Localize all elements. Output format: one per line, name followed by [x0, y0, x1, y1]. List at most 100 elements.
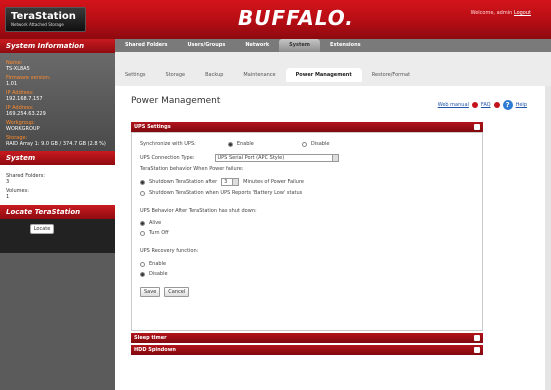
sync-disable-label[interactable]: Disable [311, 141, 330, 147]
recovery-enable-label[interactable]: Enable [149, 261, 166, 267]
connection-type-value: UPS Serial Port (APC Style) [217, 155, 285, 161]
shutdown-low-label[interactable]: Shutdown TeraStation when UPS Reports 'B… [149, 190, 302, 196]
subtab-restore-format[interactable]: Restore/Format [362, 68, 420, 82]
help-icon[interactable]: ? [502, 100, 513, 110]
sub-tab-bar: Settings Storage Backup Maintenance Powe… [115, 68, 551, 82]
system-panel: Shared Folders: 3 Volumes: 1 [0, 165, 115, 205]
shutdown-after-label[interactable]: Shutdown TeraStation after [149, 179, 217, 185]
turn-off-label[interactable]: Turn Off [149, 230, 169, 236]
turn-off-row: Turn Off [140, 230, 169, 236]
sidebar: System Information Name: TS-XL8A5 Firmwa… [0, 39, 115, 390]
recovery-label: UPS Recovery function: [140, 248, 199, 254]
sub-tab-area: Settings Storage Backup Maintenance Powe… [115, 52, 551, 86]
sleep-timer-title: Sleep timer [134, 335, 167, 341]
subtab-power-management[interactable]: Power Management [285, 68, 362, 82]
tab-system[interactable]: System [279, 39, 320, 52]
recovery-disable-row: Disable [140, 271, 168, 277]
locate-panel: Locate [0, 219, 115, 253]
logout-link[interactable]: Logout [514, 10, 531, 16]
power-failure-behavior-label: TeraStation behavior When Power failure: [140, 166, 244, 172]
info-value-workgroup: WORKGROUP [6, 126, 40, 132]
tab-users-groups[interactable]: Users/Groups [178, 39, 236, 52]
button-row: Save Cancel [140, 287, 190, 297]
info-value-storage: RAID Array 1: 9.0 GB / 374.7 GB (2.8 %) [6, 141, 106, 147]
alive-label[interactable]: Alive [149, 220, 161, 226]
shutdown-low-radio[interactable] [140, 190, 145, 196]
scrollbar[interactable] [545, 86, 551, 390]
shutdown-low-row: Shutdown TeraStation when UPS Reports 'B… [140, 190, 302, 196]
after-shutdown-label: UPS Behavior After TeraStation has shut … [140, 208, 257, 214]
header: TeraStation Network Attached Storage BUF… [0, 0, 551, 39]
info-value-name: TS-XL8A5 [6, 66, 30, 72]
subtab-storage[interactable]: Storage [156, 68, 196, 82]
alive-radio[interactable] [140, 220, 145, 226]
terastation-logo: TeraStation Network Attached Storage [5, 7, 86, 32]
save-button[interactable]: Save [140, 287, 161, 297]
minutes-select[interactable]: 3 [221, 178, 240, 186]
web-manual-link[interactable]: Web manual [438, 102, 469, 108]
alive-row: Alive [140, 220, 161, 226]
volumes-count: 1 [6, 194, 10, 200]
sync-row: Synchronize with UPS: Enable Disable [140, 141, 329, 147]
recovery-enable-radio[interactable] [140, 261, 145, 267]
turn-off-radio[interactable] [140, 230, 145, 236]
shutdown-after-row: Shutdown TeraStation after 3 Minutes of … [140, 178, 304, 186]
web-manual-icon [471, 102, 478, 108]
buffalo-brand-logo: BUFFALO. [238, 6, 354, 30]
tab-network[interactable]: Network [235, 39, 279, 52]
faq-icon [493, 102, 500, 108]
logo-title: TeraStation [11, 11, 76, 22]
ups-settings-body: Synchronize with UPS: Enable Disable UPS… [131, 132, 483, 331]
system-information-panel: Name: TS-XL8A5 Firmware version: 1.01 IP… [0, 53, 115, 151]
connection-type-select[interactable]: UPS Serial Port (APC Style) [214, 154, 339, 162]
faq-link[interactable]: FAQ [481, 102, 491, 108]
tab-extensions[interactable]: Extensions [320, 39, 371, 52]
locate-terastation-title: Locate TeraStation [0, 205, 115, 219]
recovery-enable-row: Enable [140, 261, 166, 267]
chevron-down-icon [232, 179, 239, 185]
behavior-label-row: TeraStation behavior When Power failure: [140, 166, 243, 172]
system-title: System [0, 151, 115, 165]
help-link[interactable]: Help [516, 102, 527, 108]
hdd-spindown-header[interactable]: HDD Spindown [131, 345, 483, 355]
minutes-suffix: Minutes of Power Failure [243, 179, 304, 185]
tab-shared-folders[interactable]: Shared Folders [115, 39, 178, 52]
connection-label: UPS Connection Type: [140, 155, 195, 161]
expand-icon[interactable] [474, 347, 480, 353]
logo-subtitle: Network Attached Storage [11, 22, 64, 27]
cancel-button[interactable]: Cancel [164, 287, 190, 297]
help-links: Web manual FAQ ? Help [438, 100, 527, 110]
chevron-down-icon [331, 155, 338, 161]
page-title: Power Management [131, 96, 221, 106]
system-information-title: System Information [0, 39, 115, 53]
sync-enable-label[interactable]: Enable [237, 141, 254, 147]
main-tab-bar: Shared Folders Users/Groups Network Syst… [115, 39, 551, 52]
recovery-label-row: UPS Recovery function: [140, 248, 198, 254]
welcome-area: Welcome, admin Logout [471, 10, 531, 16]
shared-folders-count: 3 [6, 179, 10, 185]
expand-icon[interactable] [474, 335, 480, 341]
shutdown-after-radio[interactable] [140, 179, 145, 185]
subtab-maintenance[interactable]: Maintenance [233, 68, 285, 82]
welcome-text: Welcome, admin [470, 10, 513, 16]
recovery-disable-label[interactable]: Disable [149, 271, 168, 277]
sync-label: Synchronize with UPS: [140, 141, 196, 147]
hdd-spindown-title: HDD Spindown [134, 347, 176, 353]
connection-row: UPS Connection Type: UPS Serial Port (AP… [140, 154, 339, 162]
sleep-timer-header[interactable]: Sleep timer [131, 333, 483, 343]
ups-settings-title: UPS Settings [134, 124, 171, 130]
info-value-ip-1: 192.168.7.157 [6, 96, 43, 102]
subtab-backup[interactable]: Backup [195, 68, 233, 82]
settings-panel: UPS Settings Synchronize with UPS: Enabl… [131, 122, 483, 355]
content-area: Power Management Web manual FAQ ? Help U… [115, 86, 551, 390]
sync-disable-radio[interactable] [301, 141, 307, 147]
info-value-ip-2: 169.254.63.229 [6, 111, 46, 117]
locate-button[interactable]: Locate [30, 224, 54, 234]
ups-settings-header[interactable]: UPS Settings [131, 122, 483, 132]
after-shutdown-label-row: UPS Behavior After TeraStation has shut … [140, 208, 257, 214]
sync-enable-radio[interactable] [227, 141, 233, 147]
subtab-settings[interactable]: Settings [115, 68, 156, 82]
collapse-icon[interactable] [474, 124, 480, 130]
recovery-disable-radio[interactable] [140, 271, 145, 277]
minutes-value: 3 [224, 179, 228, 185]
